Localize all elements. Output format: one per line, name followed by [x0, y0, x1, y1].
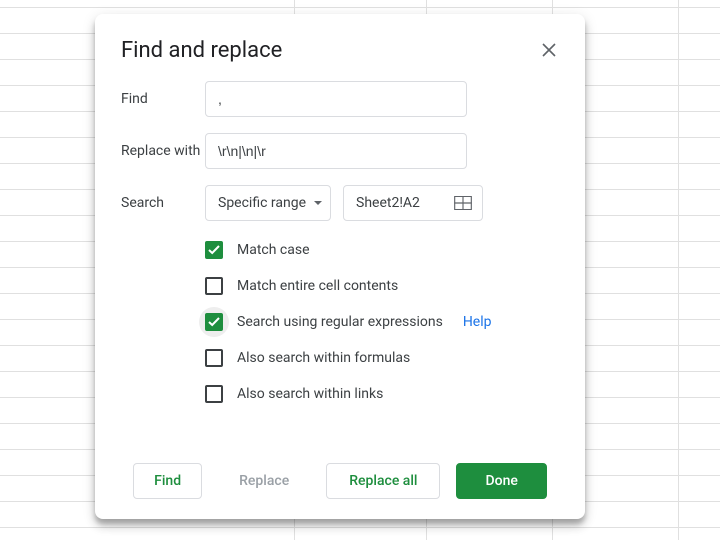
formulas-label: Also search within formulas: [237, 350, 410, 366]
grid-row: [0, 527, 720, 528]
regex-help-link[interactable]: Help: [463, 314, 492, 330]
formulas-checkbox[interactable]: [205, 349, 223, 367]
links-checkbox[interactable]: [205, 385, 223, 403]
dialog-title: Find and replace: [121, 38, 282, 63]
range-input[interactable]: Sheet2!A2: [343, 185, 483, 221]
search-scope-dropdown[interactable]: Specific range: [205, 185, 331, 221]
find-button[interactable]: Find: [133, 463, 202, 499]
find-replace-dialog: Find and replace Find Replace with Searc…: [95, 14, 585, 519]
replace-button[interactable]: Replace: [218, 463, 310, 499]
replace-with-label: Replace with: [121, 143, 205, 159]
find-input[interactable]: [205, 81, 467, 117]
replace-input[interactable]: [205, 133, 467, 169]
match-case-label: Match case: [237, 242, 310, 258]
close-icon: [542, 43, 556, 57]
grid-select-icon: [454, 196, 472, 210]
check-icon: [208, 245, 220, 255]
entire-cell-label: Match entire cell contents: [237, 278, 398, 294]
search-scope-value: Specific range: [218, 195, 306, 211]
done-button[interactable]: Done: [456, 463, 546, 499]
search-label: Search: [121, 195, 205, 211]
check-icon: [208, 317, 220, 327]
replace-all-button[interactable]: Replace all: [326, 463, 440, 499]
grid-col: [678, 0, 679, 540]
entire-cell-checkbox[interactable]: [205, 277, 223, 295]
find-label: Find: [121, 91, 205, 107]
regex-checkbox[interactable]: [205, 313, 223, 331]
range-value: Sheet2!A2: [356, 195, 420, 211]
match-case-checkbox[interactable]: [205, 241, 223, 259]
grid-row: [0, 7, 720, 8]
regex-label: Search using regular expressions: [237, 314, 443, 330]
close-button[interactable]: [537, 38, 561, 62]
links-label: Also search within links: [237, 386, 383, 402]
chevron-down-icon: [314, 201, 322, 205]
